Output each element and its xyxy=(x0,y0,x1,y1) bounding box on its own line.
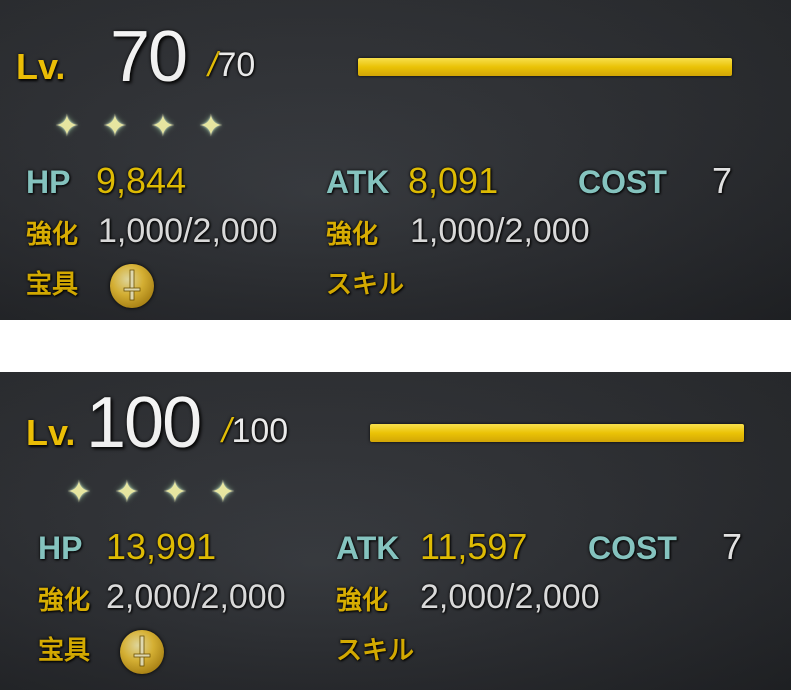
noble-phantasm-label: 宝具 xyxy=(38,636,91,666)
noble-phantasm-label: 宝具 xyxy=(26,270,79,300)
sword-card-icon[interactable] xyxy=(110,264,154,308)
hp-value: 13,991 xyxy=(106,526,217,567)
rarity-stars: ✦ ✦ ✦ ✦ xyxy=(52,112,226,142)
servant-stats-panel-lv100: Lv. 100 /100 ✦ ✦ ✦ ✦ HP 13,991 ATK 11,59… xyxy=(0,372,791,690)
hp-fou-label: 強化 xyxy=(38,586,91,616)
skill-label: スキル xyxy=(336,636,415,666)
level-max: /70 xyxy=(208,46,255,85)
star-icon: ✦ xyxy=(150,109,176,144)
hp-fou-value: 2,000/2,000 xyxy=(106,578,286,616)
cost-label: COST xyxy=(588,530,677,566)
hp-label: HP xyxy=(26,164,71,200)
atk-value: 8,091 xyxy=(408,160,499,201)
atk-fou-label: 強化 xyxy=(336,586,389,616)
level-progress-bar xyxy=(370,424,744,442)
star-icon: ✦ xyxy=(162,475,188,510)
star-icon: ✦ xyxy=(54,109,80,144)
atk-fou-value: 1,000/2,000 xyxy=(410,212,590,250)
hp-label: HP xyxy=(38,530,83,566)
level-value: 70 xyxy=(110,17,188,97)
level-progress-bar xyxy=(358,58,732,76)
cost-value: 7 xyxy=(712,160,733,201)
level-label: Lv. xyxy=(16,46,66,87)
star-icon: ✦ xyxy=(114,475,140,510)
atk-fou-value: 2,000/2,000 xyxy=(420,578,600,616)
level-max-number: 100 xyxy=(231,412,289,450)
star-icon: ✦ xyxy=(198,109,224,144)
rarity-stars: ✦ ✦ ✦ ✦ xyxy=(64,478,238,508)
servant-stats-panel-lv70: Lv. 70 /70 ✦ ✦ ✦ ✦ HP 9,844 ATK 8,091 CO… xyxy=(0,0,791,320)
atk-fou-label: 強化 xyxy=(326,220,379,250)
star-icon: ✦ xyxy=(66,475,92,510)
skill-label: スキル xyxy=(326,270,405,300)
level-max: /100 xyxy=(222,412,288,451)
level-progress-fill xyxy=(358,58,732,76)
hp-fou-label: 強化 xyxy=(26,220,79,250)
atk-value: 11,597 xyxy=(420,526,528,567)
star-icon: ✦ xyxy=(210,475,236,510)
cost-label: COST xyxy=(578,164,667,200)
cost-value: 7 xyxy=(722,526,743,567)
atk-label: ATK xyxy=(326,164,390,200)
level-value: 100 xyxy=(86,383,202,463)
star-icon: ✦ xyxy=(102,109,128,144)
level-max-number: 70 xyxy=(217,46,256,84)
atk-label: ATK xyxy=(336,530,400,566)
level-label: Lv. xyxy=(26,412,76,453)
sword-card-icon[interactable] xyxy=(120,630,164,674)
hp-fou-value: 1,000/2,000 xyxy=(98,212,278,250)
level-progress-fill xyxy=(370,424,744,442)
hp-value: 9,844 xyxy=(96,160,187,201)
